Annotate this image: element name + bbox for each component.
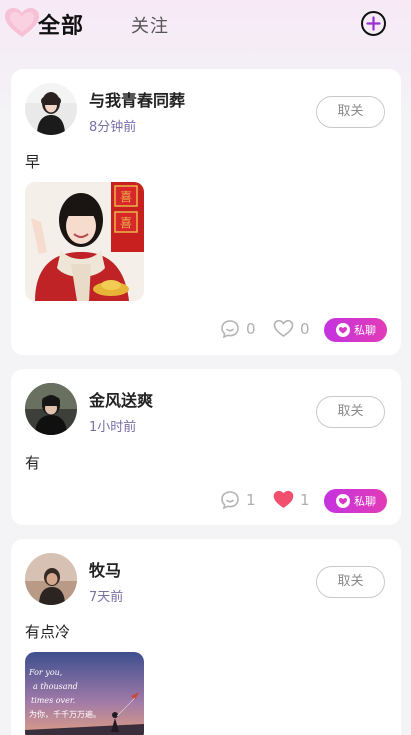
chat-heart-icon (336, 494, 350, 508)
post-time: 1小时前 (89, 420, 137, 435)
private-chat-label: 私聊 (354, 495, 376, 508)
private-chat-label: 私聊 (354, 324, 376, 337)
post-card: 牧马 7天前 取关 有点冷 For you, a thousand times … (11, 539, 401, 735)
post-time: 7天前 (89, 590, 124, 605)
unfollow-button[interactable]: 取关 (316, 396, 385, 428)
post-text: 有点冷 (25, 623, 71, 641)
comment-bubble-icon (221, 320, 239, 339)
username[interactable]: 与我青春同葬 (89, 87, 185, 111)
private-chat-button[interactable]: 私聊 (324, 318, 387, 342)
username[interactable]: 金风送爽 (89, 387, 153, 411)
comment-count: 1 (246, 491, 256, 509)
svg-text:喜: 喜 (120, 190, 132, 204)
post-text: 有 (25, 454, 41, 472)
post-image[interactable]: 喜 喜 (25, 182, 144, 301)
comment-stat[interactable]: 1 (220, 490, 256, 510)
chat-heart-icon (336, 323, 350, 337)
add-post-button[interactable] (360, 10, 387, 37)
top-header: 全部 关注 (0, 0, 411, 52)
avatar[interactable] (25, 383, 77, 435)
username[interactable]: 牧马 (89, 557, 121, 581)
like-stat[interactable]: 0 (273, 319, 310, 338)
image-caption-line3: times over. (31, 696, 75, 705)
heart-icon (273, 319, 294, 337)
image-caption-line2: a thousand (33, 682, 78, 691)
post-time: 8分钟前 (89, 120, 137, 135)
unfollow-button[interactable]: 取关 (316, 566, 385, 598)
like-stat[interactable]: 1 (273, 490, 310, 509)
svg-text:喜: 喜 (120, 216, 132, 230)
image-caption-line1: For you, (28, 668, 62, 677)
comment-count: 0 (246, 320, 256, 338)
image-caption-line4: 为你，千千万万遍。 (29, 709, 101, 719)
comment-stat[interactable]: 0 (220, 319, 256, 339)
post-card: 与我青春同葬 8分钟前 取关 早 喜 喜 0 0 私聊 (11, 69, 401, 355)
like-count: 0 (300, 319, 310, 338)
post-image[interactable]: For you, a thousand times over. 为你，千千万万遍… (25, 652, 144, 735)
post-text: 早 (25, 153, 41, 171)
tab-follow[interactable]: 关注 (131, 12, 169, 38)
heart-decoration-icon (5, 8, 39, 37)
avatar[interactable] (25, 83, 77, 135)
avatar[interactable] (25, 553, 77, 605)
unfollow-button[interactable]: 取关 (316, 96, 385, 128)
heart-icon (273, 490, 294, 508)
private-chat-button[interactable]: 私聊 (324, 489, 387, 513)
app-root: 全部 关注 与我青春同葬 8分钟前 取关 早 喜 喜 0 0 私聊 金风送爽 1… (0, 0, 411, 735)
like-count: 1 (300, 490, 310, 509)
comment-bubble-icon (221, 491, 239, 510)
post-card: 金风送爽 1小时前 取关 有 1 1 私聊 (11, 369, 401, 525)
tab-all[interactable]: 全部 (38, 8, 84, 40)
